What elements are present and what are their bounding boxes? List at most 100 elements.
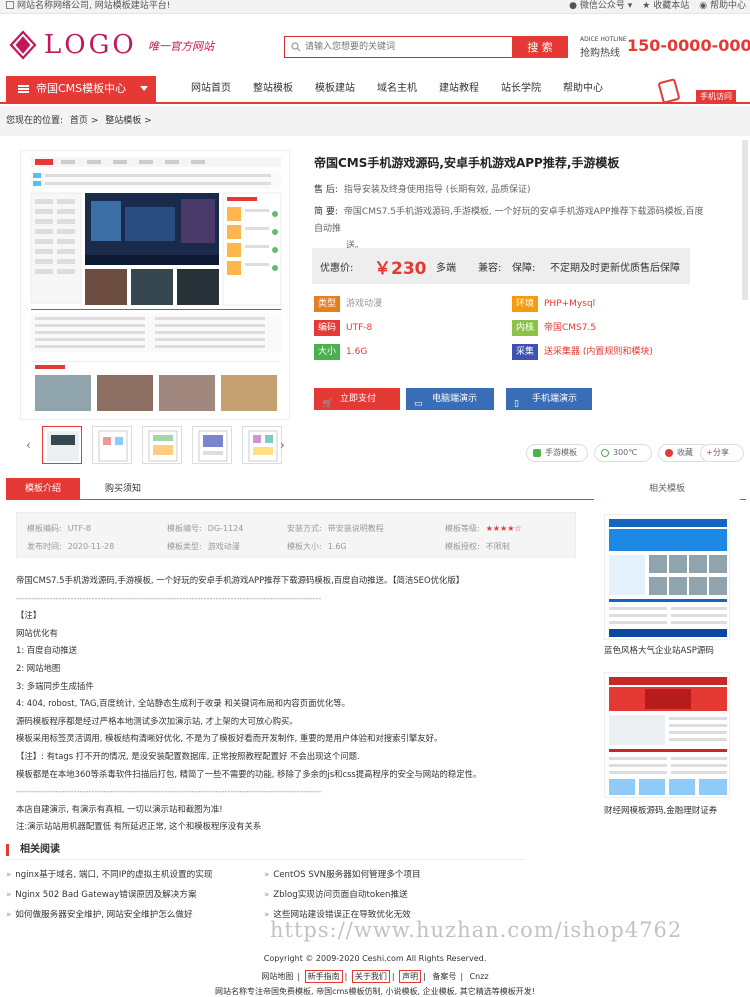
thumbnail[interactable] <box>142 426 182 464</box>
nav-item-tutorials[interactable]: 建站教程 <box>428 76 490 102</box>
tag-pill[interactable]: 手游模板 <box>526 444 588 462</box>
tab-notice[interactable]: 购买须知 <box>86 478 160 500</box>
nav-item-site-builder[interactable]: 模板建站 <box>304 76 366 102</box>
phone-icon <box>657 78 681 104</box>
category-menu-button[interactable]: 帝国CMS模板中心 <box>6 76 156 102</box>
related-link[interactable]: Zblog实现访问页面自动token推送 <box>264 888 407 900</box>
related-link[interactable]: 如何做服务器安全维护, 网站安全维护怎么做好 <box>6 908 192 920</box>
attr-type: 类型 游戏动漫 <box>314 296 382 312</box>
product-panel: ‹ › 帝国CMS手机游戏源码,安卓手机游戏APP推荐,手游模板 售 后: 指导安… <box>6 140 746 470</box>
breadcrumb-current[interactable]: 整站模板 <box>105 116 141 126</box>
product-title: 帝国CMS手机游戏源码,安卓手机游戏APP推荐,手游模板 <box>314 156 620 170</box>
attribute-list: 类型 游戏动漫 环境 PHP+Mysql 编码 UTF-8 内核 帝国CMS7.5 大小… <box>314 296 694 362</box>
footer-link-cnzz[interactable]: Cnzz <box>468 972 491 981</box>
related-templates-sidebar: 蓝色风格大气企业站ASP源码 财经网模板源码,金融理财证券 <box>594 478 740 818</box>
mobile-icon: ▯ <box>514 399 519 409</box>
tab-intro[interactable]: 模板介绍 <box>6 478 80 500</box>
thumbnail-strip: ‹ › <box>20 426 290 464</box>
search-button[interactable]: 搜 索 <box>512 36 568 58</box>
product-tags: 手游模板 300℃ 收藏 + 分享 <box>526 444 746 462</box>
related-link[interactable]: nginx基于域名, 端口, 不同IP的虚拟主机设置的实现 <box>6 868 212 880</box>
copyright: Copyright © 2009-2020 Ceshi.com All Righ… <box>263 954 487 963</box>
attr-env: 环境 PHP+Mysql <box>512 296 595 312</box>
footer-link-about[interactable]: 关于我们 <box>351 970 390 983</box>
mobile-access-button[interactable]: 手机访问 <box>656 78 746 104</box>
help-icon: ◉ <box>699 1 708 11</box>
related-link[interactable]: CentOS SVN服务器如何管理多个项目 <box>264 868 420 880</box>
thumbnail[interactable] <box>92 426 132 464</box>
hotline: ADICE HOTLINE 抢购热线 150-0000-0000 <box>580 36 750 62</box>
attr-encoding: 编码 UTF-8 <box>314 320 372 336</box>
template-thumbnail-image <box>605 515 729 639</box>
attr-size: 大小 1.6G <box>314 344 367 360</box>
welcome-text: 网站名称网络公司, 网站模板建站平台! <box>6 0 170 13</box>
breadcrumb: 您现在的位置: 首页 > 整站模板 > <box>0 106 750 136</box>
price-bar: 优惠价: ￥230 多端 兼容: 保障: 不定期及时更新优质售后保障 <box>312 248 690 284</box>
site-footer: Copyright © 2009-2020 Ceshi.com All Righ… <box>0 948 750 997</box>
nav-item-home[interactable]: 网站首页 <box>180 76 242 102</box>
plus-icon: + <box>706 448 713 457</box>
eye-icon <box>601 449 609 457</box>
breadcrumb-home[interactable]: 首页 <box>70 116 88 126</box>
attr-collector: 采集 送采集器 (内置规则和模块) <box>512 344 653 360</box>
action-buttons: 🛒 立即支付 ▭ 电脑端演示 ▯ 手机端演示 <box>314 388 592 412</box>
template-thumbnail-image <box>605 673 729 797</box>
search-box: 搜 索 <box>284 36 568 58</box>
section-marker <box>6 844 9 856</box>
pc-demo-button[interactable]: ▭ 电脑端演示 <box>406 388 494 410</box>
favorite-link[interactable]: ★ 收藏本站 <box>642 0 689 13</box>
mobile-demo-button[interactable]: ▯ 手机端演示 <box>506 388 592 410</box>
monitor-icon: ▭ <box>414 399 423 409</box>
footer-link-sitemap[interactable]: 网站地图 <box>259 971 295 982</box>
site-header: LOGO 唯一官方网站 搜 索 ADICE HOTLINE 抢购热线 150-0… <box>0 14 750 76</box>
scrollbar[interactable] <box>742 140 748 300</box>
search-icon <box>291 42 301 52</box>
footer-tagline: 网站名称专注帝国免费模板, 帝国cms模板仿制, 小说模板, 企业模板, 其它精… <box>215 987 535 996</box>
site-icon <box>6 1 14 9</box>
chevron-down-icon: ▾ <box>627 1 633 11</box>
article-body: 帝国CMS7.5手机游戏源码,手游模板, 一个好玩的安卓手机游戏APP推荐下载源… <box>16 575 482 832</box>
attr-core: 内核 帝国CMS7.5 <box>512 320 596 336</box>
heart-icon <box>665 449 673 457</box>
chevron-left-icon[interactable]: ‹ <box>26 438 31 452</box>
footer-link-icp[interactable]: 备案号 <box>430 971 458 982</box>
thumbnail[interactable] <box>242 426 282 464</box>
nav-item-help[interactable]: 帮助中心 <box>552 76 614 102</box>
help-link[interactable]: ◉ 帮助中心 <box>699 0 746 13</box>
related-template-caption[interactable]: 财经网模板源码,金融理财证券 <box>604 804 717 816</box>
template-preview-image <box>21 151 289 419</box>
nav-item-domains[interactable]: 域名主机 <box>366 76 428 102</box>
related-template-caption[interactable]: 蓝色风格大气企业站ASP源码 <box>604 644 714 656</box>
tag-icon <box>533 449 541 457</box>
product-main-image[interactable] <box>20 150 290 420</box>
thumbnail[interactable] <box>192 426 232 464</box>
logo-mark-icon <box>9 30 37 60</box>
caret-down-icon <box>140 86 148 91</box>
menu-icon <box>18 85 29 93</box>
section-title: 相关阅读 <box>20 844 60 855</box>
cart-icon: 🛒 <box>322 399 334 409</box>
related-template-card[interactable] <box>604 672 730 798</box>
price-value: ￥230 <box>374 259 427 279</box>
hotline-number: 150-0000-0000 <box>627 36 750 55</box>
related-reading: 相关阅读 nginx基于域名, 端口, 不同IP的虚拟主机设置的实现 CentO… <box>6 840 526 930</box>
chevron-right-icon[interactable]: › <box>280 438 285 452</box>
footer-link-statement[interactable]: 声明 <box>399 970 422 983</box>
top-bar: 网站名称网络公司, 网站模板建站平台! ● 微信公众号 ▾ ★ 收藏本站 ◉ 帮… <box>0 0 750 14</box>
thumbnail[interactable] <box>42 426 82 464</box>
star-icon: ★ <box>642 1 651 11</box>
footer-link-guide[interactable]: 新手指南 <box>304 970 343 983</box>
related-template-card[interactable] <box>604 514 730 640</box>
related-link[interactable]: Nginx 502 Bad Gateway错误原因及解决方案 <box>6 888 196 900</box>
wechat-link[interactable]: ● 微信公众号 ▾ <box>569 0 632 13</box>
buy-now-button[interactable]: 🛒 立即支付 <box>314 388 400 410</box>
share-pill[interactable]: + 分享 <box>700 444 744 462</box>
nav-item-academy[interactable]: 站长学院 <box>490 76 552 102</box>
nav-item-templates[interactable]: 整站模板 <box>242 76 304 102</box>
views-pill: 300℃ <box>594 444 652 462</box>
logo-text: LOGO <box>44 30 137 60</box>
site-logo[interactable]: LOGO 唯一官方网站 <box>8 30 218 60</box>
watermark: https://www.huzhan.com/ishop4762 <box>270 918 683 942</box>
spec-table: 模板编码: UTF-8 模板编号: DG-1124 安装方式: 带安装说明教程 模板等… <box>16 512 576 558</box>
search-input[interactable] <box>305 40 505 54</box>
